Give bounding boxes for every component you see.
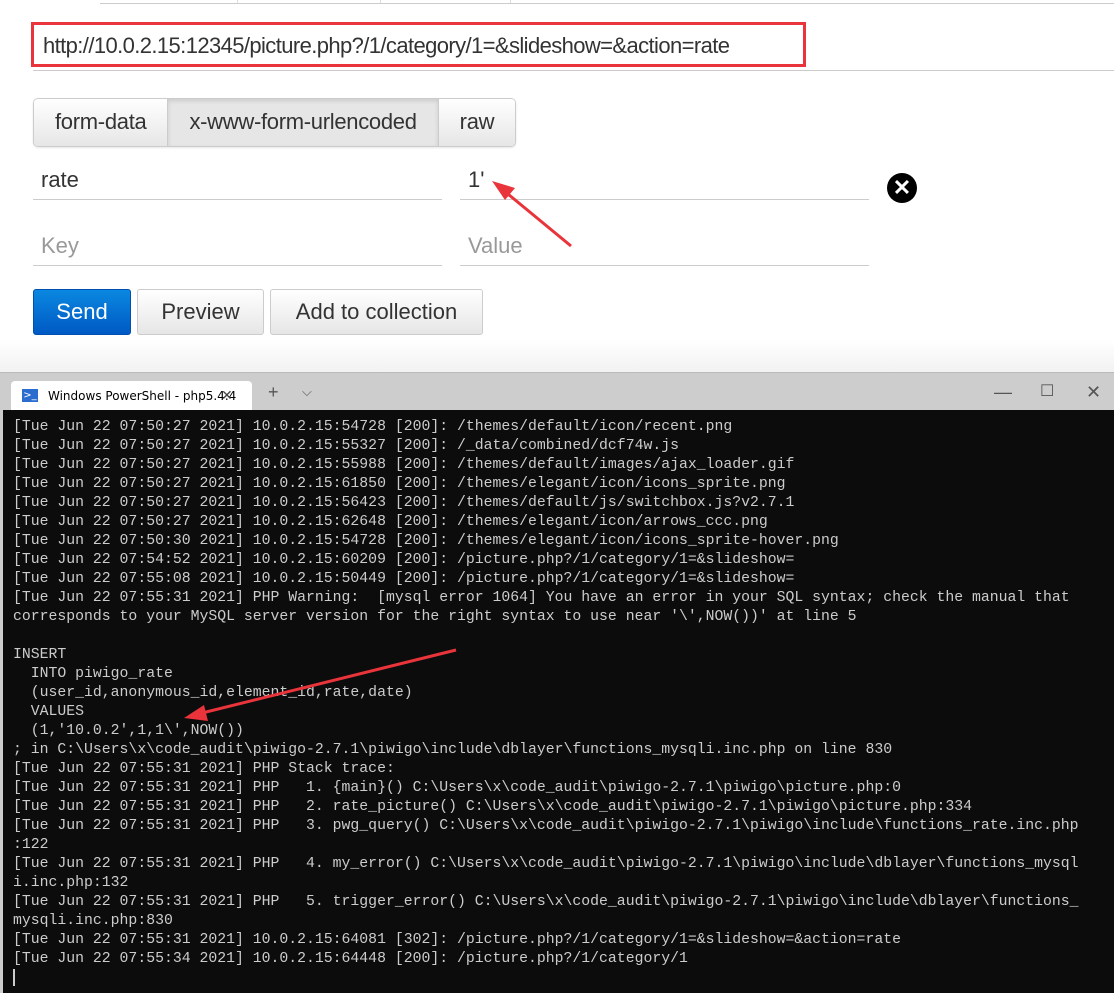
- send-button[interactable]: Send: [33, 289, 131, 335]
- terminal-line: [Tue Jun 22 07:54:52 2021] 10.0.2.15:602…: [13, 552, 795, 568]
- terminal-output[interactable]: [Tue Jun 22 07:50:27 2021] 10.0.2.15:547…: [0, 410, 1114, 993]
- new-value-input[interactable]: Value: [460, 226, 869, 266]
- terminal-prompt[interactable]: [13, 969, 1079, 988]
- terminal-lines: [Tue Jun 22 07:50:27 2021] 10.0.2.15:547…: [13, 418, 1079, 988]
- terminal-line: [Tue Jun 22 07:55:31 2021] PHP Warning: …: [13, 590, 1070, 606]
- terminal-line: ; in C:\Users\x\code_audit\piwigo-2.7.1\…: [13, 742, 893, 758]
- terminal-titlebar: >_ Windows PowerShell - php5.4.4 ✕ + ⌵ —…: [0, 372, 1114, 411]
- preview-button[interactable]: Preview: [137, 289, 264, 335]
- terminal-line: corresponds to your MySQL server version…: [13, 609, 857, 625]
- url-highlight-box: [31, 22, 806, 67]
- powershell-icon: >_: [22, 389, 38, 402]
- terminal-line: [Tue Jun 22 07:55:34 2021] 10.0.2.15:644…: [13, 951, 688, 967]
- terminal-line: INSERT: [13, 647, 67, 663]
- url-divider: [33, 70, 1114, 71]
- body-type-tabs: form-data x-www-form-urlencoded raw: [33, 98, 517, 147]
- close-window-icon[interactable]: ✕: [1086, 373, 1101, 411]
- terminal-line: [Tue Jun 22 07:55:31 2021] PHP 1. {main}…: [13, 780, 901, 796]
- tab-x-www-form-urlencoded[interactable]: x-www-form-urlencoded: [168, 99, 439, 146]
- terminal-line: [Tue Jun 22 07:50:27 2021] 10.0.2.15:553…: [13, 438, 679, 454]
- terminal-line: :122: [13, 837, 49, 853]
- tab-form-data[interactable]: form-data: [34, 99, 169, 146]
- terminal-line: (1,'10.0.2',1,1\',NOW()): [13, 723, 244, 739]
- new-tab-button[interactable]: +: [268, 373, 279, 411]
- terminal-line: [Tue Jun 22 07:55:31 2021] 10.0.2.15:640…: [13, 932, 901, 948]
- terminal-cursor: [13, 969, 15, 986]
- terminal-line: [Tue Jun 22 07:55:31 2021] PHP 2. rate_p…: [13, 799, 972, 815]
- terminal-line: [Tue Jun 22 07:55:31 2021] PHP Stack tra…: [13, 761, 395, 777]
- remove-param-icon[interactable]: ✕: [887, 173, 917, 203]
- terminal-line: [Tue Jun 22 07:50:27 2021] 10.0.2.15:547…: [13, 419, 733, 435]
- terminal-line: [Tue Jun 22 07:55:31 2021] PHP 3. pwg_qu…: [13, 818, 1079, 834]
- param-value-input[interactable]: 1': [460, 160, 869, 200]
- terminal-line: [Tue Jun 22 07:55:31 2021] PHP 4. my_err…: [13, 856, 1079, 872]
- minimize-icon[interactable]: —: [994, 373, 1012, 411]
- maximize-icon[interactable]: ☐: [1040, 373, 1054, 411]
- chevron-down-icon[interactable]: ⌵: [302, 373, 312, 411]
- add-to-collection-button[interactable]: Add to collection: [270, 289, 483, 335]
- terminal-line: [Tue Jun 22 07:50:27 2021] 10.0.2.15:626…: [13, 514, 768, 530]
- separator: [0, 340, 1114, 372]
- terminal-line: [Tue Jun 22 07:55:31 2021] PHP 5. trigge…: [13, 894, 1079, 910]
- terminal-line: VALUES: [13, 704, 85, 720]
- terminal-line: (user_id,anonymous_id,element_id,rate,da…: [13, 685, 413, 701]
- terminal-line: i.inc.php:132: [13, 875, 129, 891]
- new-key-input[interactable]: Key: [33, 226, 442, 266]
- terminal-line: [Tue Jun 22 07:50:27 2021] 10.0.2.15:564…: [13, 495, 795, 511]
- param-key-input[interactable]: rate: [33, 160, 442, 200]
- tab-raw[interactable]: raw: [438, 99, 516, 146]
- terminal-tab[interactable]: >_ Windows PowerShell - php5.4.4 ✕: [11, 381, 252, 411]
- table-border: [100, 0, 1114, 4]
- close-tab-icon[interactable]: ✕: [221, 381, 233, 411]
- terminal-line: [Tue Jun 22 07:55:08 2021] 10.0.2.15:504…: [13, 571, 795, 587]
- terminal-line: mysqli.inc.php:830: [13, 913, 173, 929]
- terminal-line: [Tue Jun 22 07:50:30 2021] 10.0.2.15:547…: [13, 533, 839, 549]
- tab-title: Windows PowerShell - php5.4.4: [48, 389, 237, 403]
- terminal-line: [Tue Jun 22 07:50:27 2021] 10.0.2.15:559…: [13, 457, 795, 473]
- terminal-line: [Tue Jun 22 07:50:27 2021] 10.0.2.15:618…: [13, 476, 786, 492]
- terminal-line: INTO piwigo_rate: [13, 666, 173, 682]
